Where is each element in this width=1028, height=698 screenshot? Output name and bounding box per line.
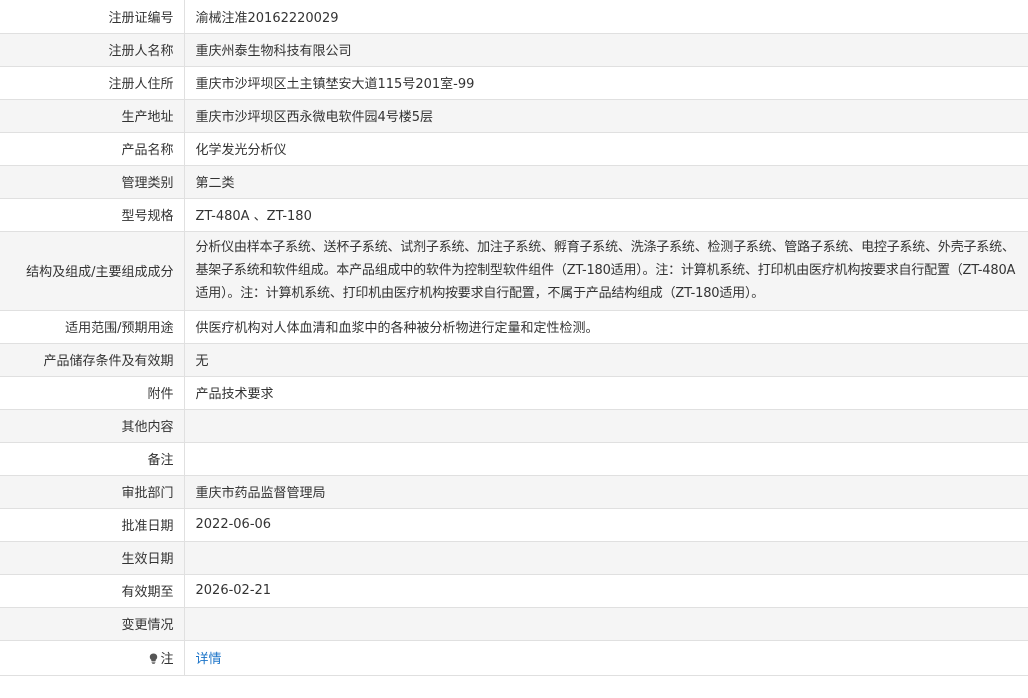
table-row: 型号规格 ZT-480A 、ZT-180 xyxy=(0,198,1028,232)
field-label: 结构及组成/主要组成成分 xyxy=(0,231,185,311)
field-label: 产品储存条件及有效期 xyxy=(0,343,185,377)
field-value xyxy=(184,442,1028,476)
table-row: 适用范围/预期用途 供医疗机构对人体血清和血浆中的各种被分析物进行定量和定性检测… xyxy=(0,310,1028,344)
table-row: 备注 xyxy=(0,442,1028,476)
table-row: 生产地址 重庆市沙坪坝区西永微电软件园4号楼5层 xyxy=(0,99,1028,133)
table-row: 产品名称 化学发光分析仪 xyxy=(0,132,1028,166)
note-label: 注 xyxy=(160,652,174,667)
field-label: 适用范围/预期用途 xyxy=(0,310,185,344)
field-label: 有效期至 xyxy=(0,574,185,608)
field-label: 批准日期 xyxy=(0,508,185,542)
field-value xyxy=(184,607,1028,641)
field-label: 产品名称 xyxy=(0,132,185,166)
note-label-cell: 注 xyxy=(0,640,185,676)
field-value: 化学发光分析仪 xyxy=(184,132,1028,166)
table-row: 审批部门 重庆市药品监督管理局 xyxy=(0,475,1028,509)
field-value: 重庆州泰生物科技有限公司 xyxy=(184,33,1028,67)
table-row: 其他内容 xyxy=(0,409,1028,443)
field-label: 注册人住所 xyxy=(0,66,185,100)
table-row: 生效日期 xyxy=(0,541,1028,575)
field-label: 生效日期 xyxy=(0,541,185,575)
field-label: 附件 xyxy=(0,376,185,410)
field-label: 备注 xyxy=(0,442,185,476)
field-label: 管理类别 xyxy=(0,165,185,199)
field-label: 注册人名称 xyxy=(0,33,185,67)
field-value: 供医疗机构对人体血清和血浆中的各种被分析物进行定量和定性检测。 xyxy=(184,310,1028,344)
note-value-cell: 详情 xyxy=(184,640,1028,676)
field-value: 渝械注准20162220029 xyxy=(184,0,1028,34)
field-value: 2022-06-06 xyxy=(184,508,1028,542)
lightbulb-icon xyxy=(150,653,158,664)
table-row: 变更情况 xyxy=(0,607,1028,641)
field-label: 生产地址 xyxy=(0,99,185,133)
field-value xyxy=(184,409,1028,443)
table-row: 注册证编号 渝械注准20162220029 xyxy=(0,0,1028,34)
field-label: 变更情况 xyxy=(0,607,185,641)
field-value: ZT-480A 、ZT-180 xyxy=(184,198,1028,232)
note-row: 注 详情 xyxy=(0,640,1028,676)
field-value xyxy=(184,541,1028,575)
table-row: 管理类别 第二类 xyxy=(0,165,1028,199)
table-row: 附件 产品技术要求 xyxy=(0,376,1028,410)
table-row: 有效期至 2026-02-21 xyxy=(0,574,1028,608)
field-value: 重庆市沙坪坝区西永微电软件园4号楼5层 xyxy=(184,99,1028,133)
field-label: 其他内容 xyxy=(0,409,185,443)
details-link[interactable]: 详情 xyxy=(196,652,222,667)
registration-info-table: 注册证编号 渝械注准20162220029 注册人名称 重庆州泰生物科技有限公司… xyxy=(0,0,1028,676)
field-label: 注册证编号 xyxy=(0,0,185,34)
field-value: 无 xyxy=(184,343,1028,377)
field-value: 产品技术要求 xyxy=(184,376,1028,410)
field-value: 重庆市药品监督管理局 xyxy=(184,475,1028,509)
field-value: 重庆市沙坪坝区土主镇埜安大道115号201室-99 xyxy=(184,66,1028,100)
table-row: 批准日期 2022-06-06 xyxy=(0,508,1028,542)
table-row: 注册人名称 重庆州泰生物科技有限公司 xyxy=(0,33,1028,67)
field-value: 2026-02-21 xyxy=(184,574,1028,608)
field-value: 分析仪由样本子系统、送杯子系统、试剂子系统、加注子系统、孵育子系统、洗涤子系统、… xyxy=(184,231,1028,311)
table-row: 产品储存条件及有效期 无 xyxy=(0,343,1028,377)
field-label: 审批部门 xyxy=(0,475,185,509)
table-row: 注册人住所 重庆市沙坪坝区土主镇埜安大道115号201室-99 xyxy=(0,66,1028,100)
table-row: 结构及组成/主要组成成分 分析仪由样本子系统、送杯子系统、试剂子系统、加注子系统… xyxy=(0,231,1028,311)
field-label: 型号规格 xyxy=(0,198,185,232)
field-value: 第二类 xyxy=(184,165,1028,199)
